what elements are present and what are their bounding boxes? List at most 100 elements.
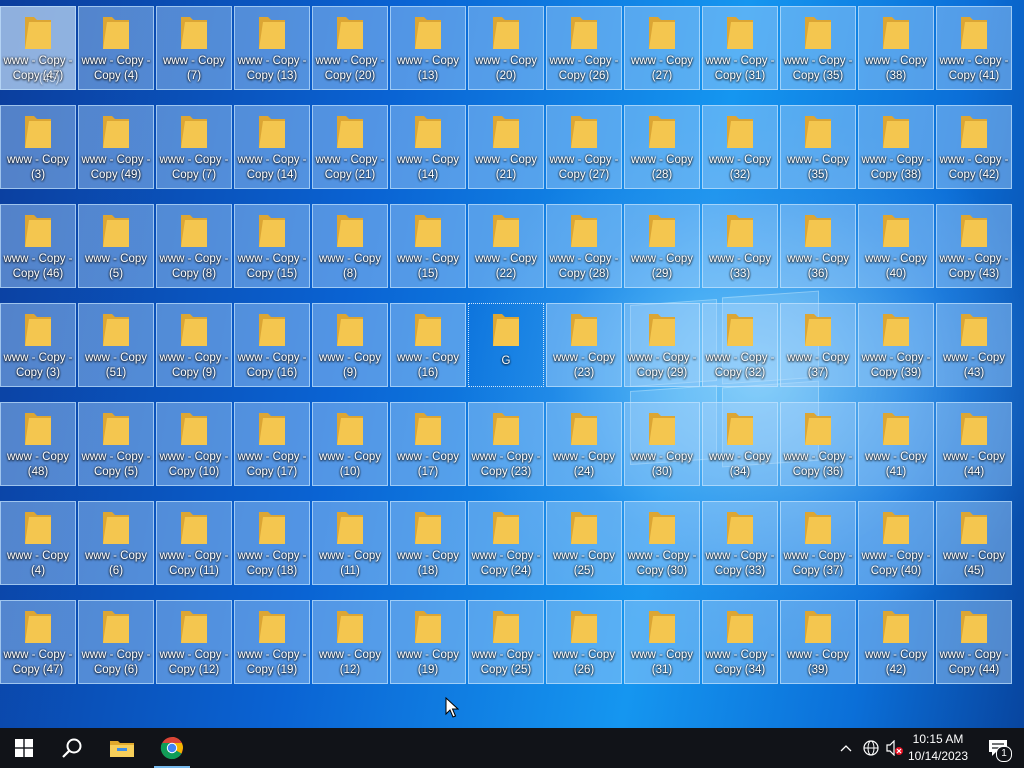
desktop-folder-icon[interactable]: www - Copy (4)	[0, 501, 76, 585]
desktop-folder-icon[interactable]: www - Copy - Copy (40)	[858, 501, 934, 585]
desktop-folder-icon[interactable]: www - Copy (51)	[78, 303, 154, 387]
desktop-folder-icon[interactable]: www - Copy (48)	[0, 402, 76, 486]
desktop-folder-icon[interactable]: www - Copy - Copy (41)	[936, 6, 1012, 90]
desktop-folder-icon[interactable]: www - Copy - Copy (23)	[468, 402, 544, 486]
desktop-folder-icon[interactable]: www - Copy - Copy (35)	[780, 6, 856, 90]
desktop-folder-icon[interactable]: www - Copy - Copy (46)	[0, 204, 76, 288]
desktop-folder-icon[interactable]: www - Copy - Copy (3)	[0, 303, 76, 387]
desktop-folder-icon[interactable]: www - Copy - Copy (32)	[702, 303, 778, 387]
desktop-folder-icon[interactable]: www - Copy (20)	[468, 6, 544, 90]
desktop-folder-icon[interactable]: www - Copy (14)	[390, 105, 466, 189]
desktop-folder-icon[interactable]: www - Copy - Copy (19)	[234, 600, 310, 684]
desktop-folder-icon[interactable]: www - Copy - Copy (27)	[546, 105, 622, 189]
taskbar-chrome[interactable]	[150, 728, 194, 768]
tray-overflow-button[interactable]	[836, 728, 856, 768]
desktop-folder-icon[interactable]: www - Copy - Copy (37)	[780, 501, 856, 585]
desktop-folder-icon[interactable]: www - Copy - Copy (38)	[858, 105, 934, 189]
desktop-folder-icon[interactable]: www - Copy (42)	[858, 600, 934, 684]
desktop-folder-icon[interactable]: www - Copy - Copy (4)	[78, 6, 154, 90]
desktop-folder-icon[interactable]: www - Copy - Copy (39)	[858, 303, 934, 387]
desktop-folder-icon[interactable]: www - Copy (44)	[936, 402, 1012, 486]
desktop-folder-icon[interactable]: www - Copy (32)	[702, 105, 778, 189]
desktop-folder-icon[interactable]: www - Copy - Copy (44)	[936, 600, 1012, 684]
desktop-folder-icon[interactable]: G	[468, 303, 544, 387]
desktop-folder-icon[interactable]: www - Copy (45)	[936, 501, 1012, 585]
desktop-folder-icon[interactable]: www - Copy - Copy (30)	[624, 501, 700, 585]
desktop-folder-icon[interactable]: www - Copy (25)	[546, 501, 622, 585]
desktop-folder-icon[interactable]: www - Copy (31)	[624, 600, 700, 684]
desktop-folder-icon[interactable]: www - Copy - Copy (34)	[702, 600, 778, 684]
desktop-folder-icon[interactable]: www - Copy (41)	[858, 402, 934, 486]
desktop-folder-icon[interactable]: www - Copy - Copy (29)	[624, 303, 700, 387]
desktop-folder-icon[interactable]: www - Copy - Copy (12)	[156, 600, 232, 684]
desktop-folder-icon[interactable]: www - Copy (6)	[78, 501, 154, 585]
desktop-folder-icon[interactable]: www - Copy (43)	[936, 303, 1012, 387]
desktop-folder-icon[interactable]: www - Copy (30)	[624, 402, 700, 486]
desktop-folder-icon[interactable]: www - Copy - Copy (17)	[234, 402, 310, 486]
desktop-folder-icon[interactable]: www - Copy - Copy (36)	[780, 402, 856, 486]
desktop-folder-icon[interactable]: www - Copy (3)	[0, 105, 76, 189]
desktop-folder-icon[interactable]: www - Copy - Copy (33)	[702, 501, 778, 585]
desktop-folder-icon[interactable]: www - Copy - Copy (26)	[546, 6, 622, 90]
desktop-folder-icon[interactable]: www - Copy - Copy (6)	[78, 600, 154, 684]
desktop-folder-icon[interactable]: www - Copy - Copy (43)	[936, 204, 1012, 288]
start-button[interactable]	[0, 728, 48, 768]
desktop-folder-icon[interactable]: www - Copy (26)	[546, 600, 622, 684]
desktop-folder-icon[interactable]: www - Copy (33)	[702, 204, 778, 288]
desktop-folder-icon[interactable]: www - Copy (10)	[312, 402, 388, 486]
desktop-folder-icon[interactable]: www - Copy (5)	[78, 204, 154, 288]
desktop-folder-icon[interactable]: www - Copy (23)	[546, 303, 622, 387]
desktop-folder-icon[interactable]: www - Copy - Copy (20)	[312, 6, 388, 90]
desktop-folder-icon[interactable]: www - Copy (35)	[780, 105, 856, 189]
tray-network-button[interactable]	[860, 728, 882, 768]
desktop-folder-icon[interactable]: www - Copy (27)	[624, 6, 700, 90]
desktop-folder-icon[interactable]: www - Copy (39)	[780, 600, 856, 684]
desktop-folder-icon[interactable]: www - Copy - Copy (47)	[0, 600, 76, 684]
desktop-folder-icon[interactable]: www - Copy - Copy (13)	[234, 6, 310, 90]
desktop-folder-icon[interactable]: www - Copy - Copy (7)	[156, 105, 232, 189]
desktop-folder-icon[interactable]: www - Copy - Copy (31)	[702, 6, 778, 90]
desktop-folder-icon[interactable]: www - Copy - Copy (25)	[468, 600, 544, 684]
desktop-folder-icon[interactable]: www - Copy - Copy (5)	[78, 402, 154, 486]
desktop-folder-icon[interactable]: www - Copy - Copy (47) (45)	[0, 6, 76, 90]
desktop-folder-icon[interactable]: www - Copy - Copy (28)	[546, 204, 622, 288]
desktop-folder-icon[interactable]: www - Copy (8)	[312, 204, 388, 288]
desktop-folder-icon[interactable]: www - Copy (36)	[780, 204, 856, 288]
desktop-folder-icon[interactable]: www - Copy (28)	[624, 105, 700, 189]
desktop-folder-icon[interactable]: www - Copy (12)	[312, 600, 388, 684]
taskbar-file-explorer[interactable]	[98, 728, 146, 768]
desktop-folder-icon[interactable]: www - Copy (22)	[468, 204, 544, 288]
desktop-folder-icon[interactable]: www - Copy (11)	[312, 501, 388, 585]
desktop-folder-icon[interactable]: www - Copy - Copy (10)	[156, 402, 232, 486]
desktop-folder-icon[interactable]: www - Copy - Copy (14)	[234, 105, 310, 189]
desktop-folder-icon[interactable]: www - Copy - Copy (21)	[312, 105, 388, 189]
desktop-folder-icon[interactable]: www - Copy (16)	[390, 303, 466, 387]
desktop-folder-icon[interactable]: www - Copy (21)	[468, 105, 544, 189]
desktop-folder-icon[interactable]: www - Copy (37)	[780, 303, 856, 387]
desktop-folder-icon[interactable]: www - Copy - Copy (15)	[234, 204, 310, 288]
desktop-folder-icon[interactable]: www - Copy (7)	[156, 6, 232, 90]
desktop-folder-icon[interactable]: www - Copy - Copy (42)	[936, 105, 1012, 189]
action-center-button[interactable]: 1	[978, 728, 1018, 768]
desktop-folder-icon[interactable]: www - Copy (13)	[390, 6, 466, 90]
desktop-folder-icon[interactable]: www - Copy (17)	[390, 402, 466, 486]
desktop-folder-icon[interactable]: www - Copy (34)	[702, 402, 778, 486]
desktop-folder-icon[interactable]: www - Copy (40)	[858, 204, 934, 288]
tray-clock[interactable]: 10:15 AM 10/14/2023	[906, 728, 970, 768]
desktop-folder-icon[interactable]: www - Copy (38)	[858, 6, 934, 90]
tray-volume-button[interactable]	[884, 728, 906, 768]
desktop-folder-icon[interactable]: www - Copy (19)	[390, 600, 466, 684]
desktop-folder-icon[interactable]: www - Copy - Copy (8)	[156, 204, 232, 288]
desktop-folder-icon[interactable]: www - Copy - Copy (9)	[156, 303, 232, 387]
desktop-folder-icon[interactable]: www - Copy (18)	[390, 501, 466, 585]
desktop-folder-icon[interactable]: www - Copy (15)	[390, 204, 466, 288]
desktop-folder-icon[interactable]: www - Copy - Copy (11)	[156, 501, 232, 585]
desktop-folder-icon[interactable]: www - Copy (29)	[624, 204, 700, 288]
search-button[interactable]	[48, 728, 96, 768]
desktop-folder-icon[interactable]: www - Copy (9)	[312, 303, 388, 387]
desktop-folder-icon[interactable]: www - Copy - Copy (24)	[468, 501, 544, 585]
desktop-folder-icon[interactable]: www - Copy - Copy (18)	[234, 501, 310, 585]
desktop-folder-icon[interactable]: www - Copy - Copy (49)	[78, 105, 154, 189]
desktop-folder-icon[interactable]: www - Copy - Copy (16)	[234, 303, 310, 387]
desktop-folder-icon[interactable]: www - Copy (24)	[546, 402, 622, 486]
